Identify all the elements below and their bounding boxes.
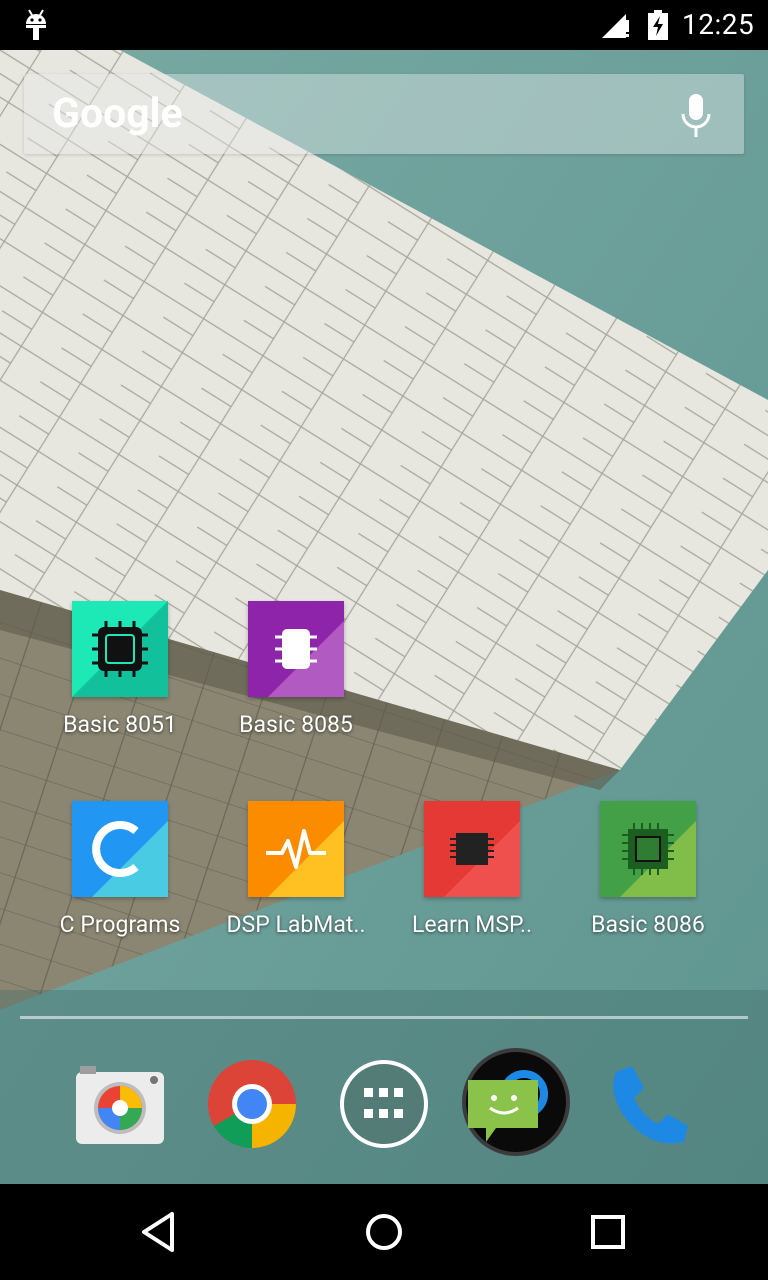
app-drawer-icon bbox=[340, 1060, 428, 1148]
dock-camera[interactable] bbox=[70, 1054, 170, 1154]
app-dsp-labmat[interactable]: DSP LabMat.. bbox=[208, 801, 384, 938]
messenger-icon bbox=[462, 1048, 570, 1156]
app-basic-8086[interactable]: Basic 8086 bbox=[560, 801, 736, 938]
dock-chrome[interactable] bbox=[202, 1054, 302, 1154]
phone-icon bbox=[613, 1066, 688, 1144]
app-basic-8085[interactable]: Basic 8085 bbox=[208, 601, 384, 738]
battery-charging-icon bbox=[648, 10, 668, 40]
google-search-bar[interactable]: Google bbox=[24, 74, 744, 154]
app-learn-msp[interactable]: Learn MSP.. bbox=[384, 801, 560, 938]
camera-icon bbox=[76, 1066, 164, 1144]
recents-icon[interactable] bbox=[584, 1208, 632, 1256]
signal-icon bbox=[602, 14, 629, 38]
home-icon[interactable] bbox=[360, 1208, 408, 1256]
google-logo: Google bbox=[52, 90, 183, 138]
status-bar: 12:25 bbox=[0, 0, 768, 50]
chip-icon bbox=[600, 801, 696, 897]
app-c-programs[interactable]: C Programs bbox=[32, 801, 208, 938]
mic-icon[interactable] bbox=[680, 94, 712, 138]
dock bbox=[0, 1040, 768, 1180]
clock: 12:25 bbox=[682, 8, 755, 41]
app-label: DSP LabMat.. bbox=[226, 911, 366, 938]
back-icon[interactable] bbox=[136, 1208, 184, 1256]
dock-phone[interactable] bbox=[598, 1054, 698, 1154]
ic-chip-icon bbox=[248, 601, 344, 697]
dock-divider bbox=[20, 1016, 748, 1019]
app-label: Basic 8085 bbox=[239, 711, 353, 738]
app-label: Basic 8051 bbox=[63, 711, 177, 738]
app-label: Basic 8086 bbox=[591, 911, 705, 938]
dock-messenger[interactable] bbox=[460, 1046, 572, 1158]
chip-icon bbox=[72, 601, 168, 697]
app-basic-8051[interactable]: Basic 8051 bbox=[32, 601, 208, 738]
chip-icon bbox=[424, 801, 520, 897]
dock-app-drawer[interactable] bbox=[334, 1054, 434, 1154]
android-debug-icon bbox=[26, 9, 46, 40]
app-label: C Programs bbox=[59, 911, 181, 938]
waveform-icon bbox=[248, 801, 344, 897]
navigation-bar bbox=[0, 1184, 768, 1280]
chrome-icon bbox=[208, 1060, 296, 1148]
letter-c-icon bbox=[72, 801, 168, 897]
app-label: Learn MSP.. bbox=[411, 911, 533, 938]
